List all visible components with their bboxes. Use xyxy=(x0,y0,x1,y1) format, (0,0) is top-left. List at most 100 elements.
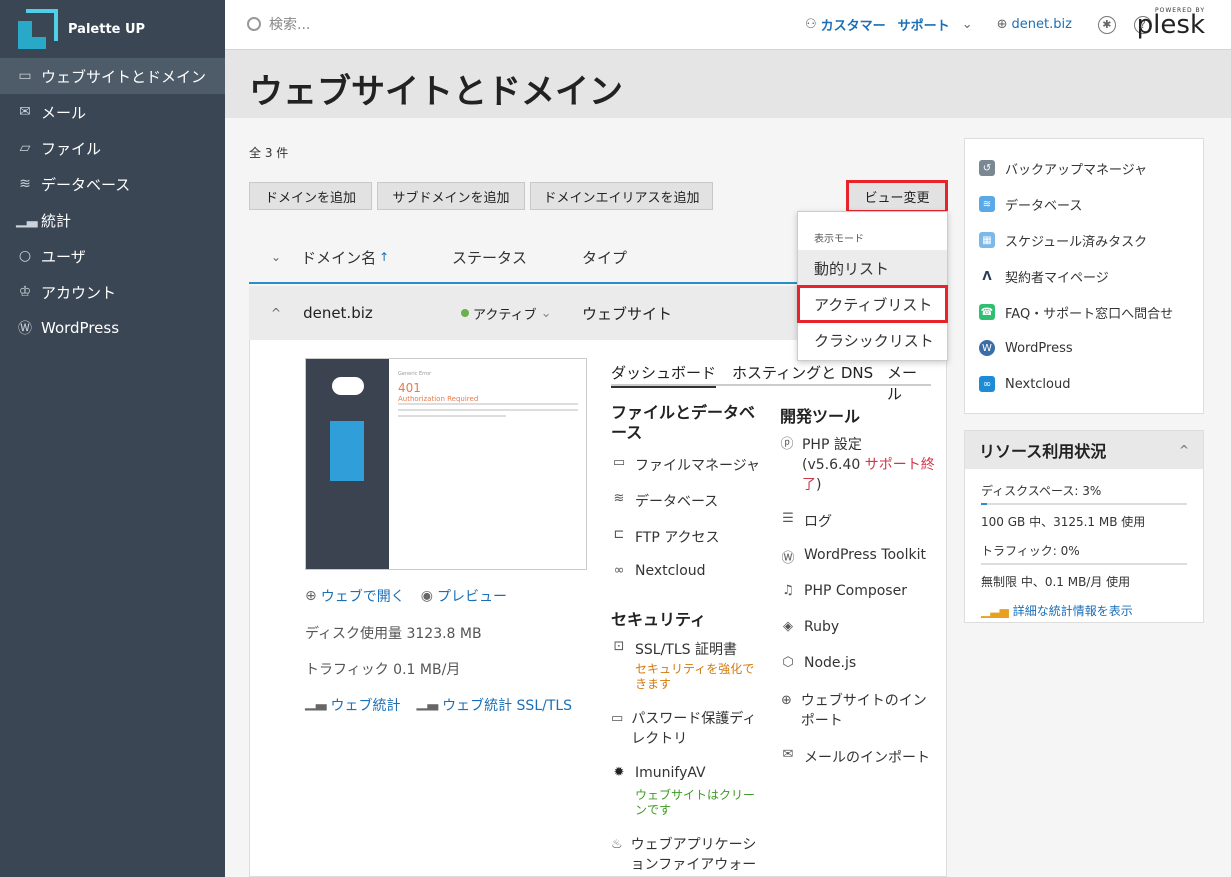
row-status[interactable]: アクティブ ⌄ xyxy=(461,304,551,323)
sidebar-item-account[interactable]: ♔ アカウント xyxy=(0,274,225,310)
right-database-link[interactable]: ≋ データベース xyxy=(965,186,1203,222)
php-settings-link[interactable]: ⓟ PHP 設定 (v5.6.40 サポート終了) xyxy=(780,435,935,495)
scheduled-tasks-link[interactable]: ▦ スケジュール済みタスク xyxy=(965,222,1203,258)
resource-title: リソース利用状況 xyxy=(979,442,1107,461)
backup-manager-link[interactable]: ↺ バックアップマネージャ xyxy=(965,150,1203,186)
file-manager-link[interactable]: ▭ ファイルマネージャ xyxy=(611,455,760,475)
traffic-usage: トラフィック 0.1 MB/月 xyxy=(305,662,461,678)
ssl-link[interactable]: ⊡ SSL/TLS 証明書 xyxy=(611,639,737,659)
nodejs-link[interactable]: ⬡ Node.js xyxy=(780,655,856,671)
database-icon: ≋ xyxy=(979,196,995,212)
preview-code: 401 xyxy=(398,381,421,395)
plesk-logo: POWERED BY plesk xyxy=(1136,7,1205,40)
tab-mail[interactable]: メール xyxy=(887,362,931,404)
col-status[interactable]: ステータス xyxy=(452,247,527,268)
disk-progress-fill xyxy=(981,503,988,505)
brand[interactable]: Palette UP xyxy=(0,0,225,58)
col-domain[interactable]: ドメイン名 xyxy=(301,247,376,268)
detailed-stats-link[interactable]: ▁▃▅ 詳細な統計情報を表示 xyxy=(965,602,1203,619)
item-count: 全 3 件 xyxy=(249,146,289,160)
row-domain[interactable]: denet.biz xyxy=(303,304,373,322)
faq-support-link[interactable]: ☎ FAQ・サポート窓口へ問合せ xyxy=(965,294,1203,330)
highlight-box xyxy=(797,285,948,323)
sidebar-item-databases[interactable]: ≋ データベース xyxy=(0,166,225,202)
ssl-warning: セキュリティを強化できます xyxy=(635,662,755,691)
add-domain-button[interactable]: ドメインを追加 xyxy=(249,182,372,210)
sidebar-item-files[interactable]: ▱ ファイル xyxy=(0,130,225,166)
brand-name: Palette UP xyxy=(68,21,146,37)
mail-import-link[interactable]: ✉ メールのインポート xyxy=(780,747,930,767)
import-globe-icon: ⊕ xyxy=(780,693,792,708)
preview-link[interactable]: プレビュー xyxy=(437,586,507,606)
ftp-link[interactable]: ⊏ FTP アクセス xyxy=(611,527,720,547)
bug-icon[interactable]: ✱ xyxy=(1097,15,1116,34)
composer-icon: ♫ xyxy=(782,583,794,598)
ftp-icon: ⊏ xyxy=(613,527,625,542)
web-stats-ssl-link[interactable]: ウェブ統計 SSL/TLS xyxy=(442,695,572,715)
sidebar-item-label: 統計 xyxy=(41,211,72,230)
right-wordpress-link[interactable]: W WordPress xyxy=(965,330,1203,366)
col-type[interactable]: タイプ xyxy=(582,247,627,268)
view-dynamic-list[interactable]: 動的リスト xyxy=(798,250,947,286)
imunify-link[interactable]: ✹ ImunifyAV xyxy=(611,765,706,781)
tab-dashboard[interactable]: ダッシュボード xyxy=(611,362,717,388)
site-links: ⊕ ウェブで開く ◉ プレビュー xyxy=(305,586,507,606)
ruby-icon: ◈ xyxy=(783,619,793,634)
collapse-row-icon[interactable]: ^ xyxy=(271,306,281,320)
nextcloud-link[interactable]: ∞ Nextcloud xyxy=(611,563,706,579)
sidebar-item-wordpress[interactable]: Ⓦ WordPress xyxy=(0,310,225,346)
chart-icon: ▁▃ xyxy=(305,695,327,711)
my-page-link[interactable]: Λ 契約者マイページ xyxy=(965,258,1203,294)
sidebar-item-stats[interactable]: ▁▃ 統計 xyxy=(0,202,225,238)
site-screenshot[interactable]: Generic Error 401 Authorization Required xyxy=(305,358,587,570)
php-icon: ⓟ xyxy=(780,437,794,452)
chevron-up-icon[interactable]: ^ xyxy=(1179,443,1189,457)
traffic-label: トラフィック: 0% xyxy=(981,544,1080,558)
sidebar-item-label: アカウント xyxy=(41,283,117,302)
support-icon: ☎ xyxy=(979,304,995,320)
sidebar-item-websites[interactable]: ▭ ウェブサイトとドメイン xyxy=(0,58,225,94)
chevron-down-icon: ⌄ xyxy=(540,305,552,321)
database-icon: ≋ xyxy=(19,176,31,192)
backup-icon: ↺ xyxy=(979,160,995,176)
sidebar-item-label: WordPress xyxy=(41,319,120,337)
view-classic-list[interactable]: クラシックリスト xyxy=(798,322,947,358)
disk-detail: 100 GB 中、3125.1 MB 使用 xyxy=(981,515,1146,529)
files-section-title: ファイルとデータベース xyxy=(611,403,756,442)
expand-all-icon[interactable]: ⌄ xyxy=(271,250,281,264)
preview-message: Authorization Required xyxy=(398,395,479,403)
database-link[interactable]: ≋ データベース xyxy=(611,491,719,511)
waf-link[interactable]: ♨ ウェブアプリケーションファイアウォー xyxy=(611,835,766,875)
wordpress-icon: W xyxy=(979,340,995,356)
logs-link[interactable]: ☰ ログ xyxy=(780,511,832,531)
php-composer-link[interactable]: ♫ PHP Composer xyxy=(780,583,907,599)
wp-toolkit-link[interactable]: Ⓦ WordPress Toolkit xyxy=(780,547,925,566)
right-nextcloud-link[interactable]: ∞ Nextcloud xyxy=(965,366,1203,402)
search-icon xyxy=(247,17,261,31)
domain-link[interactable]: denet.biz xyxy=(1012,17,1072,32)
sidebar-item-mail[interactable]: ✉ メール xyxy=(0,94,225,130)
password-dir-link[interactable]: ▭ パスワード保護ディレクトリ xyxy=(611,709,761,749)
status-dot-icon xyxy=(461,309,469,317)
wordpress-icon: Ⓦ xyxy=(18,321,32,337)
add-subdomain-button[interactable]: サブドメインを追加 xyxy=(377,182,525,210)
site-import-link[interactable]: ⊕ ウェブサイトのインポート xyxy=(780,691,935,731)
customer-link[interactable]: カスタマー xyxy=(821,15,886,34)
search-input[interactable]: 検索... xyxy=(269,14,310,34)
folder-lock-icon: ▭ xyxy=(611,711,624,726)
sort-asc-icon[interactable]: ↑ xyxy=(379,250,389,264)
view-change-button[interactable]: ビュー変更 xyxy=(846,180,948,213)
add-alias-button[interactable]: ドメインエイリアスを追加 xyxy=(530,182,713,210)
sidebar-item-users[interactable]: ○ ユーザ xyxy=(0,238,225,274)
list-icon: ☰ xyxy=(782,511,794,526)
support-menu[interactable]: サポート xyxy=(898,15,950,34)
detail-tabs: ダッシュボード ホスティングと DNS メール xyxy=(611,362,931,403)
web-stats-link[interactable]: ウェブ統計 xyxy=(331,695,401,715)
mail-import-icon: ✉ xyxy=(782,747,794,762)
ruby-link[interactable]: ◈ Ruby xyxy=(780,619,839,635)
resource-header[interactable]: リソース利用状況 ^ xyxy=(965,431,1203,469)
disk-space-label: ディスクスペース: 3% xyxy=(981,484,1102,498)
tab-hosting-dns[interactable]: ホスティングと DNS xyxy=(732,362,873,383)
search-box[interactable]: 検索... xyxy=(247,14,310,34)
open-web-link[interactable]: ウェブで開く xyxy=(321,586,405,606)
